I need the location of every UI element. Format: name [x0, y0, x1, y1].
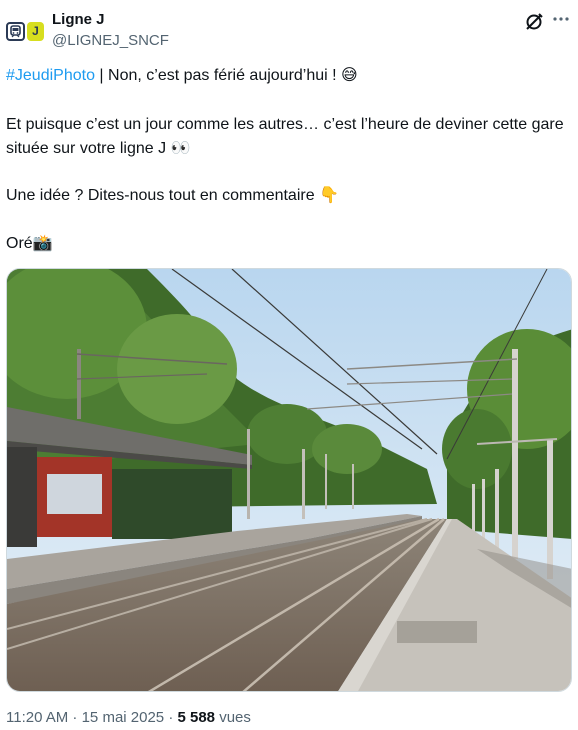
tweet-timestamp[interactable]: 11:20 AM · 15 mai 2025 ·	[6, 709, 177, 726]
line-j-badge: J	[27, 21, 44, 41]
tweet-photo[interactable]	[6, 268, 572, 692]
tweet-header: J Ligne J @LIGNEJ_SNCF	[6, 10, 572, 54]
tweet-meta: 11:20 AM · 15 mai 2025 · 5 588 vues	[6, 709, 251, 726]
tweet-line-1: #JeudiPhoto | Non, c’est pas férié aujou…	[6, 64, 358, 88]
tweet-line-4: Oré📸	[6, 235, 53, 252]
hashtag-link[interactable]: #JeudiPhoto	[6, 67, 95, 84]
avatar[interactable]: J	[6, 20, 46, 42]
station-photo	[7, 269, 571, 691]
account-handle[interactable]: @LIGNEJ_SNCF	[52, 32, 169, 49]
views-label: vues	[215, 709, 251, 726]
views-count: 5 588	[177, 709, 216, 726]
train-icon	[6, 21, 25, 41]
tweet-line-2: Et puisque c’est un jour comme les autre…	[6, 116, 564, 157]
tweet-line-1-text: | Non, c’est pas férié aujourd’hui ! 😅	[94, 67, 358, 84]
more-dots-icon[interactable]	[550, 10, 572, 32]
account-name[interactable]: Ligne J	[52, 11, 105, 28]
tweet-line-3: Une idée ? Dites-nous tout en commentair…	[6, 187, 339, 204]
grok-icon[interactable]	[524, 12, 544, 32]
